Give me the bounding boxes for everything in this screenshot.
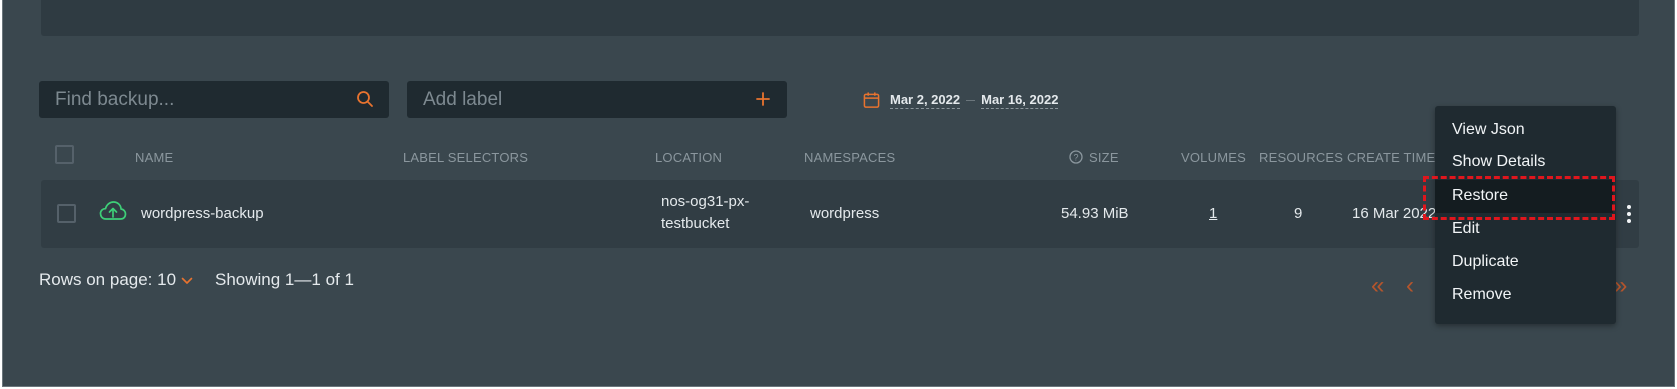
menu-item-view-json[interactable]: View Json	[1452, 121, 1525, 139]
rows-per-page[interactable]: Rows on page: 10	[39, 270, 193, 290]
rows-per-page-label: Rows on page:	[39, 270, 153, 289]
calendar-icon	[863, 92, 880, 108]
label-field[interactable]	[407, 81, 787, 118]
menu-item-show-details[interactable]: Show Details	[1452, 153, 1545, 171]
restore-annotation-box	[1423, 176, 1615, 220]
more-vertical-icon[interactable]	[1626, 205, 1632, 223]
header-resources[interactable]: RESOURCES	[1259, 150, 1343, 165]
backup-name[interactable]: wordpress-backup	[141, 205, 264, 222]
date-start[interactable]: Mar 2, 2022	[890, 92, 961, 109]
menu-item-duplicate[interactable]: Duplicate	[1452, 253, 1519, 271]
header-label-selectors: LABEL SELECTORS	[403, 150, 529, 165]
date-end[interactable]: Mar 16, 2022	[981, 92, 1059, 109]
location-line2: testbucket	[661, 215, 730, 232]
header-namespaces[interactable]: NAMESPACES	[804, 150, 895, 165]
plus-icon[interactable]	[753, 89, 773, 109]
search-icon[interactable]	[355, 89, 375, 109]
date-separator	[966, 99, 976, 101]
menu-item-edit[interactable]: Edit	[1452, 220, 1480, 238]
date-range[interactable]: Mar 2, 2022 Mar 16, 2022	[863, 89, 1059, 111]
label-input[interactable]	[407, 81, 787, 118]
select-all-checkbox[interactable]	[55, 145, 74, 164]
location-line1: nos-og31-px-	[661, 193, 750, 210]
first-page-icon[interactable]: «	[1371, 272, 1384, 300]
rows-per-page-value[interactable]: 10	[157, 270, 176, 289]
volumes-link[interactable]: 1	[1209, 205, 1217, 222]
header-size[interactable]: SIZE	[1089, 150, 1119, 165]
row-checkbox[interactable]	[57, 204, 76, 223]
menu-item-remove[interactable]: Remove	[1452, 286, 1512, 304]
search-field[interactable]	[39, 81, 389, 118]
header-location[interactable]: LOCATION	[655, 150, 722, 165]
help-circle-icon[interactable]: ?	[1069, 150, 1083, 164]
cloud-upload-icon	[99, 201, 127, 220]
last-page-icon[interactable]: »	[1614, 272, 1627, 300]
app-frame: Mar 2, 2022 Mar 16, 2022 NAME LABEL SELE…	[2, 0, 1675, 387]
prev-page-icon[interactable]: ‹	[1406, 272, 1414, 300]
showing-count: Showing 1—1 of 1	[215, 270, 354, 289]
svg-text:?: ?	[1073, 153, 1078, 163]
chevron-down-icon[interactable]	[181, 277, 193, 285]
top-panel	[41, 0, 1639, 36]
namespaces-value: wordpress	[810, 205, 880, 222]
resources-value: 9	[1294, 205, 1303, 222]
search-input[interactable]	[39, 81, 389, 118]
size-value: 54.93 MiB	[1061, 205, 1129, 222]
header-name[interactable]: NAME	[135, 150, 173, 165]
header-volumes[interactable]: VOLUMES	[1181, 150, 1246, 165]
header-create-time[interactable]: CREATE TIME	[1347, 150, 1435, 165]
